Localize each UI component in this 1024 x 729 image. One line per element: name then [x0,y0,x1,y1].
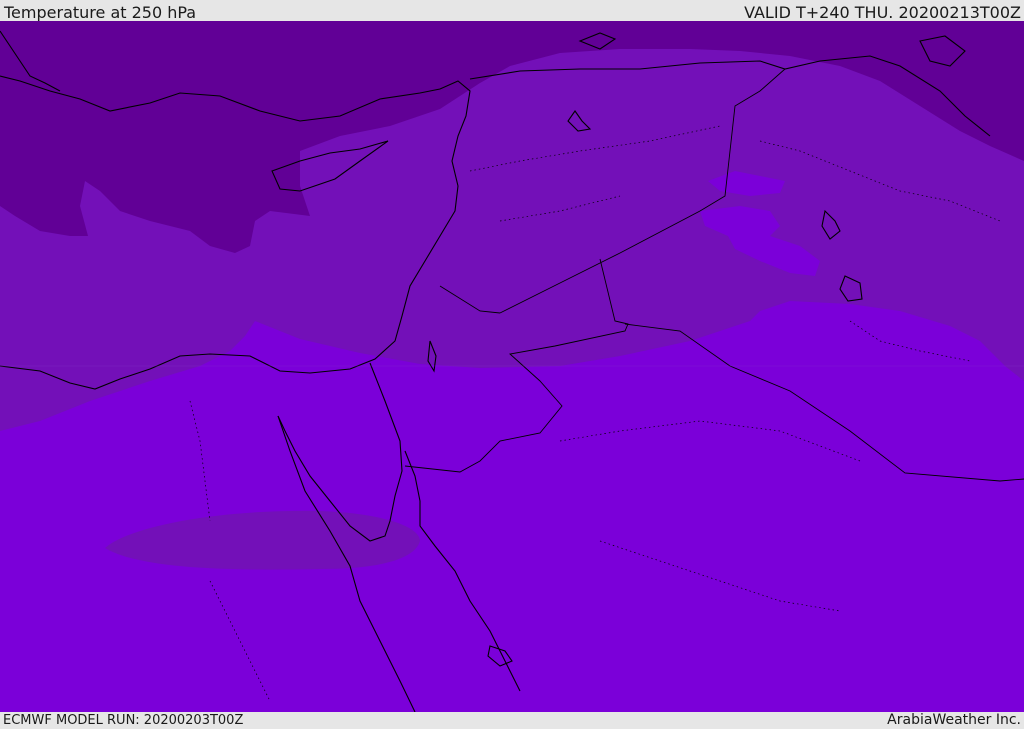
map-title: Temperature at 250 hPa [4,3,197,22]
valid-time: VALID T+240 THU. 20200213T00Z [744,3,1021,22]
header-bar: Temperature at 250 hPa VALID T+240 THU. … [0,0,1024,22]
credit-label: ArabiaWeather Inc. [887,712,1021,728]
footer-bar: ECMWF MODEL RUN: 20200203T00Z ArabiaWeat… [0,712,1024,729]
map-area[interactable] [0,21,1024,712]
model-run-label: ECMWF MODEL RUN: 20200203T00Z [3,713,244,728]
map-canvas [0,21,1024,712]
